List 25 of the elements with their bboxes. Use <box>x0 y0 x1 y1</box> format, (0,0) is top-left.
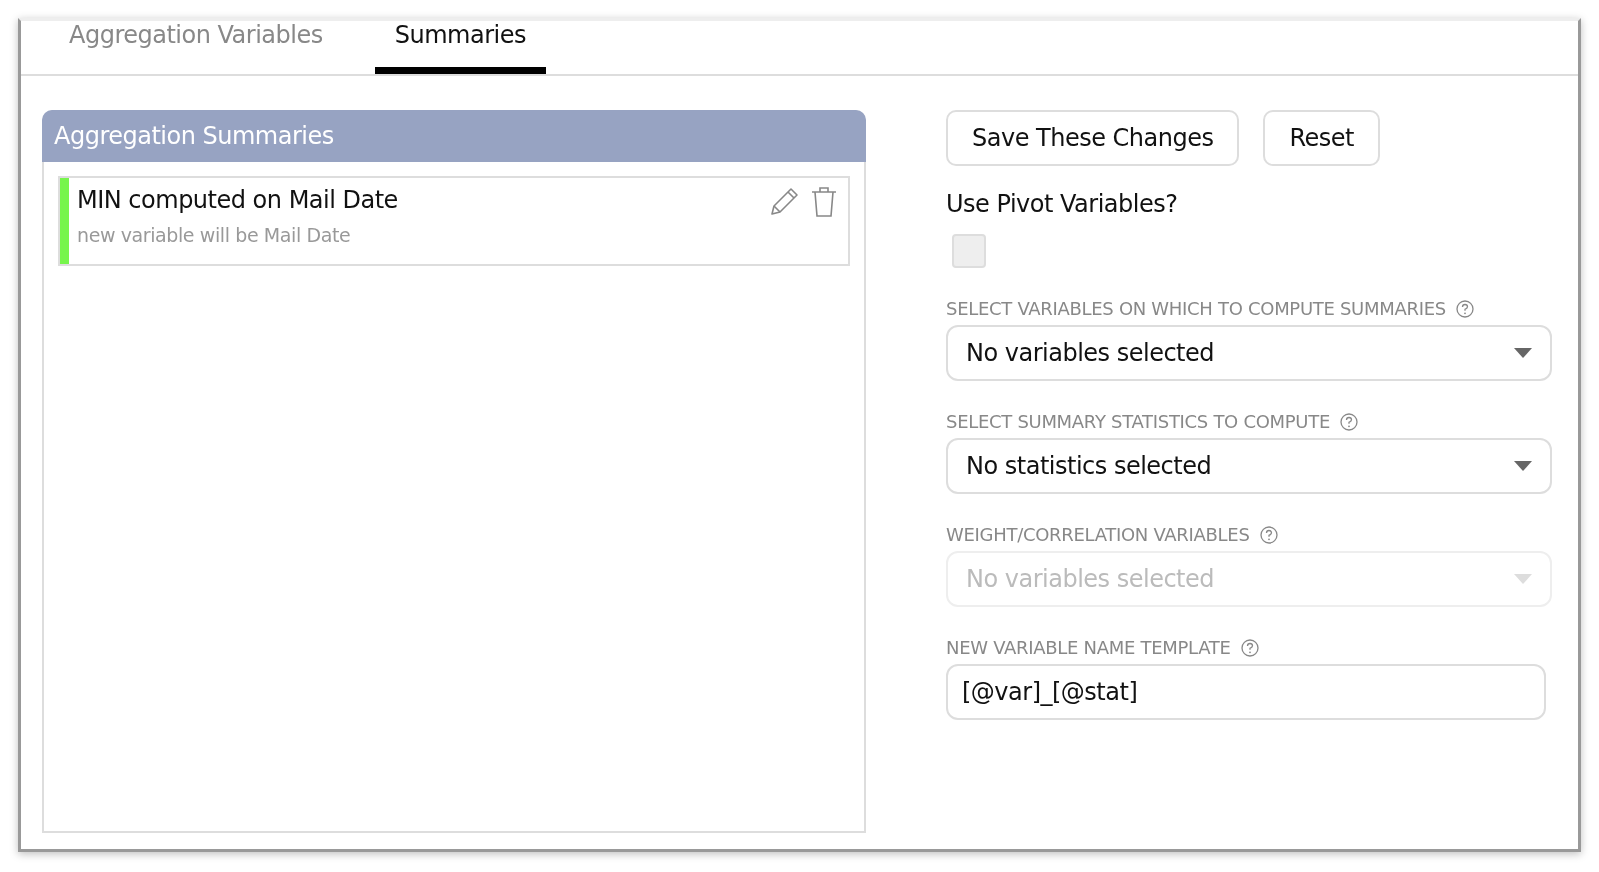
summary-subtitle: new variable will be Mail Date <box>77 224 352 246</box>
caret-icon[interactable] <box>1514 348 1532 358</box>
tab[interactable]: Aggregation Variables <box>49 21 343 74</box>
help-icon[interactable] <box>1340 412 1358 431</box>
field-label: WEIGHT/CORRELATION VARIABLES <box>946 524 1250 545</box>
dropdown[interactable]: No variables selected <box>946 325 1552 381</box>
panel-header: Aggregation Summaries <box>42 110 866 162</box>
caret-icon[interactable] <box>1514 461 1532 471</box>
checkbox[interactable] <box>952 234 986 268</box>
summary-card[interactable]: MIN computed on Mail Date new variable will be Mail Date <box>58 176 850 266</box>
field-label: SELECT SUMMARY STATISTICS TO COMPUTE <box>946 411 1330 432</box>
field-label: NEW VARIABLE NAME TEMPLATE <box>946 637 1231 658</box>
summary-title: MIN computed on Mail Date <box>77 186 399 214</box>
help-icon[interactable] <box>1240 638 1259 657</box>
button[interactable]: Save These Changes <box>946 110 1240 166</box>
dropdown[interactable]: No statistics selected <box>946 438 1552 494</box>
button[interactable]: Reset <box>1263 110 1380 166</box>
field-label: SELECT VARIABLES ON WHICH TO COMPUTE SUMMARIES <box>946 298 1446 319</box>
tab[interactable]: Summaries <box>374 21 546 74</box>
help-icon[interactable] <box>1455 299 1474 318</box>
trash-icon[interactable] <box>810 186 838 218</box>
help-icon[interactable] <box>1259 525 1278 544</box>
checkbox-label: Use Pivot Variables? <box>946 190 1178 218</box>
edit-icon[interactable] <box>768 186 800 218</box>
text-field[interactable]: [@var]_[@stat] <box>946 664 1546 720</box>
